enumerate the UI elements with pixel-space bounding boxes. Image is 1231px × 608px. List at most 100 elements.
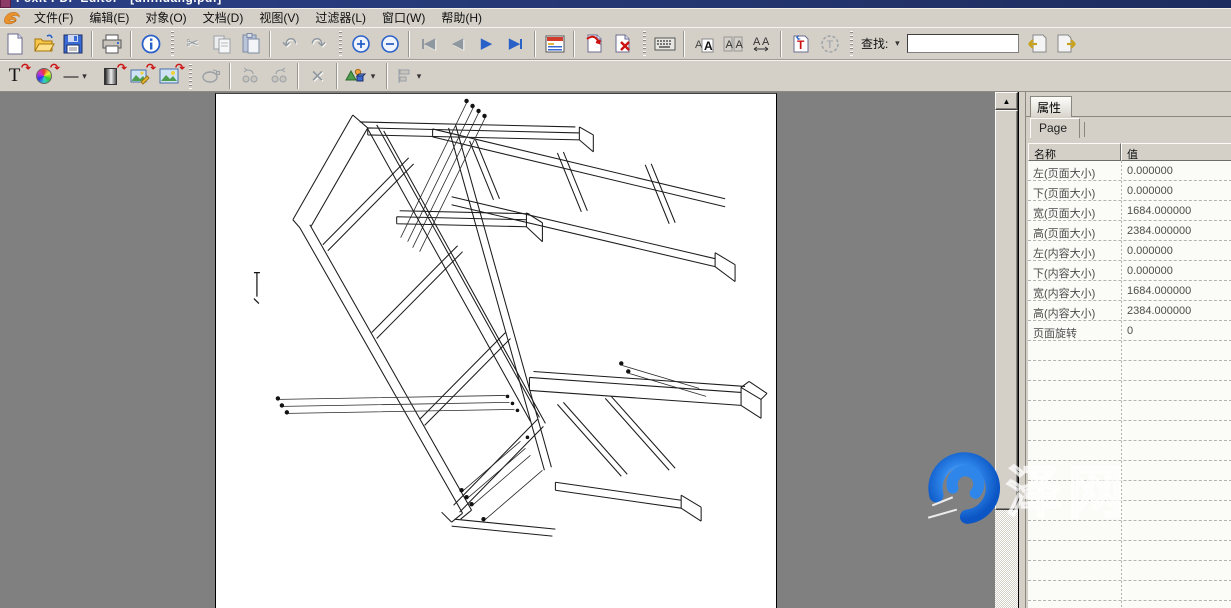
scroll-up-button[interactable]: ▲ bbox=[995, 92, 1018, 110]
menu-window[interactable]: 窗口(W) bbox=[374, 8, 433, 28]
toolbar-grip[interactable] bbox=[850, 31, 853, 56]
find-dropdown-button[interactable]: ▾ bbox=[891, 38, 903, 49]
undo-button[interactable]: ↶ bbox=[276, 30, 303, 57]
scrollbar-thumb[interactable] bbox=[995, 110, 1018, 510]
redo-icon: ↷ bbox=[311, 35, 326, 53]
table-row: 宽(页面大小)1684.000000 bbox=[1028, 201, 1231, 221]
print-button[interactable] bbox=[98, 30, 125, 57]
add-line-button[interactable]: — ▾ bbox=[59, 63, 95, 90]
transform-object-button[interactable] bbox=[197, 63, 224, 90]
last-page-icon: ▶ bbox=[509, 36, 521, 51]
pdf-page[interactable] bbox=[215, 93, 777, 608]
edit-toolbar: T ↷ ↷ — ▾ ↷ ↷ ↷ bbox=[0, 60, 1231, 92]
redo-button[interactable]: ↷ bbox=[305, 30, 332, 57]
first-page-button[interactable]: ◀ bbox=[415, 30, 442, 57]
toolbar-separator bbox=[130, 31, 132, 57]
add-shading-icon bbox=[104, 68, 117, 85]
panel-title[interactable]: 属性 bbox=[1030, 96, 1072, 117]
align-dropdown[interactable]: ▾ bbox=[413, 71, 425, 82]
add-text-button[interactable]: T ↷ bbox=[1, 63, 28, 90]
insert-text-button[interactable]: T bbox=[787, 30, 814, 57]
add-shape-icon bbox=[345, 67, 367, 85]
table-body: 左(页面大小)0.000000 下(页面大小)0.000000 宽(页面大小)1… bbox=[1028, 161, 1231, 608]
text-tool-disabled-button[interactable]: T bbox=[816, 30, 843, 57]
menu-edit[interactable]: 编辑(E) bbox=[81, 8, 137, 28]
cut-button[interactable]: ✂ bbox=[179, 30, 206, 57]
panel-splitter[interactable] bbox=[1020, 92, 1026, 608]
main-toolbar: ✂ ↶ ↷ ◀ ◀ ▶ ▶ bbox=[0, 27, 1231, 60]
find-previous-button[interactable] bbox=[1024, 30, 1051, 57]
zoom-in-button[interactable] bbox=[347, 30, 374, 57]
vertical-scrollbar[interactable]: ▲ bbox=[995, 92, 1018, 608]
line-dropdown[interactable]: ▾ bbox=[79, 71, 91, 82]
zoom-out-button[interactable] bbox=[376, 30, 403, 57]
toolbar-separator bbox=[269, 31, 271, 57]
paste-button[interactable] bbox=[237, 30, 264, 57]
table-row: 高(页面大小)2384.000000 bbox=[1028, 221, 1231, 241]
delete-object-icon: ✕ bbox=[310, 68, 324, 85]
toolbar-separator bbox=[297, 63, 299, 89]
font-condense-button[interactable]: AA bbox=[719, 30, 746, 57]
edit-image-button[interactable]: ↷ bbox=[126, 63, 153, 90]
save-button[interactable] bbox=[59, 30, 86, 57]
insert-page-button[interactable] bbox=[580, 30, 607, 57]
title-bar[interactable]: Foxit PDF Editor - [dhfhuang.pdf] bbox=[0, 0, 1231, 8]
page-layout-button[interactable] bbox=[541, 30, 568, 57]
next-page-icon: ▶ bbox=[481, 36, 493, 51]
menu-help[interactable]: 帮助(H) bbox=[433, 8, 490, 28]
add-color-button[interactable]: ↷ bbox=[30, 63, 57, 90]
next-page-button[interactable]: ▶ bbox=[473, 30, 500, 57]
column-header-name[interactable]: 名称 bbox=[1028, 143, 1121, 161]
toolbar-grip[interactable] bbox=[189, 64, 192, 89]
menu-object[interactable]: 对象(O) bbox=[137, 8, 194, 28]
delete-page-button[interactable] bbox=[609, 30, 636, 57]
align-objects-icon bbox=[397, 68, 413, 84]
document-info-button[interactable] bbox=[137, 30, 164, 57]
table-row: 左(页面大小)0.000000 bbox=[1028, 161, 1231, 181]
panel-title-row: 属性 bbox=[1026, 96, 1231, 117]
keyboard-button[interactable] bbox=[651, 30, 678, 57]
menu-file[interactable]: 文件(F) bbox=[26, 8, 81, 28]
table-row: 左(内容大小)0.000000 bbox=[1028, 241, 1231, 261]
copy-button[interactable] bbox=[208, 30, 235, 57]
add-line-icon: — bbox=[64, 69, 79, 84]
tab-page[interactable]: Page bbox=[1030, 118, 1080, 138]
menu-document[interactable]: 文档(D) bbox=[195, 8, 252, 28]
shape-dropdown[interactable]: ▾ bbox=[367, 71, 379, 82]
find-next-button[interactable] bbox=[1053, 30, 1080, 57]
new-file-button[interactable] bbox=[1, 30, 28, 57]
menu-view[interactable]: 视图(V) bbox=[251, 8, 307, 28]
toolbar-grip[interactable] bbox=[339, 31, 342, 56]
column-header-value[interactable]: 值 bbox=[1121, 143, 1231, 161]
add-image-button[interactable]: ↷ bbox=[155, 63, 182, 90]
open-file-button[interactable] bbox=[30, 30, 57, 57]
find-input[interactable] bbox=[907, 34, 1019, 53]
panel-tab-row: Page bbox=[1026, 118, 1231, 138]
toolbar-separator bbox=[534, 31, 536, 57]
cut-icon: ✂ bbox=[186, 36, 199, 51]
properties-panel: 属性 Page 名称 值 左(页面大小)0.000000 下(页面大小)0.00… bbox=[1018, 92, 1231, 608]
add-shape-button[interactable]: ▾ bbox=[343, 63, 381, 90]
last-page-button[interactable]: ▶ bbox=[502, 30, 529, 57]
previous-page-button[interactable]: ◀ bbox=[444, 30, 471, 57]
align-objects-button[interactable]: ▾ bbox=[393, 63, 429, 90]
foxit-logo-icon bbox=[2, 10, 22, 26]
toolbar-grip[interactable] bbox=[171, 31, 174, 56]
add-image-icon bbox=[159, 67, 179, 85]
previous-page-icon: ◀ bbox=[452, 36, 464, 51]
rotate-right-button[interactable] bbox=[265, 63, 292, 90]
application-window: Foxit PDF Editor - [dhfhuang.pdf] 文件(F) … bbox=[0, 0, 1231, 608]
add-shading-button[interactable]: ↷ bbox=[97, 63, 124, 90]
table-row: 下(页面大小)0.000000 bbox=[1028, 181, 1231, 201]
font-style-button[interactable]: AA bbox=[690, 30, 717, 57]
toolbar-separator bbox=[408, 31, 410, 57]
toolbar-separator bbox=[91, 31, 93, 57]
delete-object-button[interactable]: ✕ bbox=[304, 63, 331, 90]
svg-text:T: T bbox=[826, 39, 833, 51]
rotate-left-button[interactable] bbox=[236, 63, 263, 90]
document-canvas: ▲ 属性 Page 名称 值 左(页面大小)0.000000 下(页面大小)0.… bbox=[0, 92, 1231, 608]
menu-filter[interactable]: 过滤器(L) bbox=[307, 8, 374, 28]
table-row: 下(内容大小)0.000000 bbox=[1028, 261, 1231, 281]
font-spacing-button[interactable]: AA bbox=[748, 30, 775, 57]
toolbar-grip[interactable] bbox=[643, 31, 646, 56]
